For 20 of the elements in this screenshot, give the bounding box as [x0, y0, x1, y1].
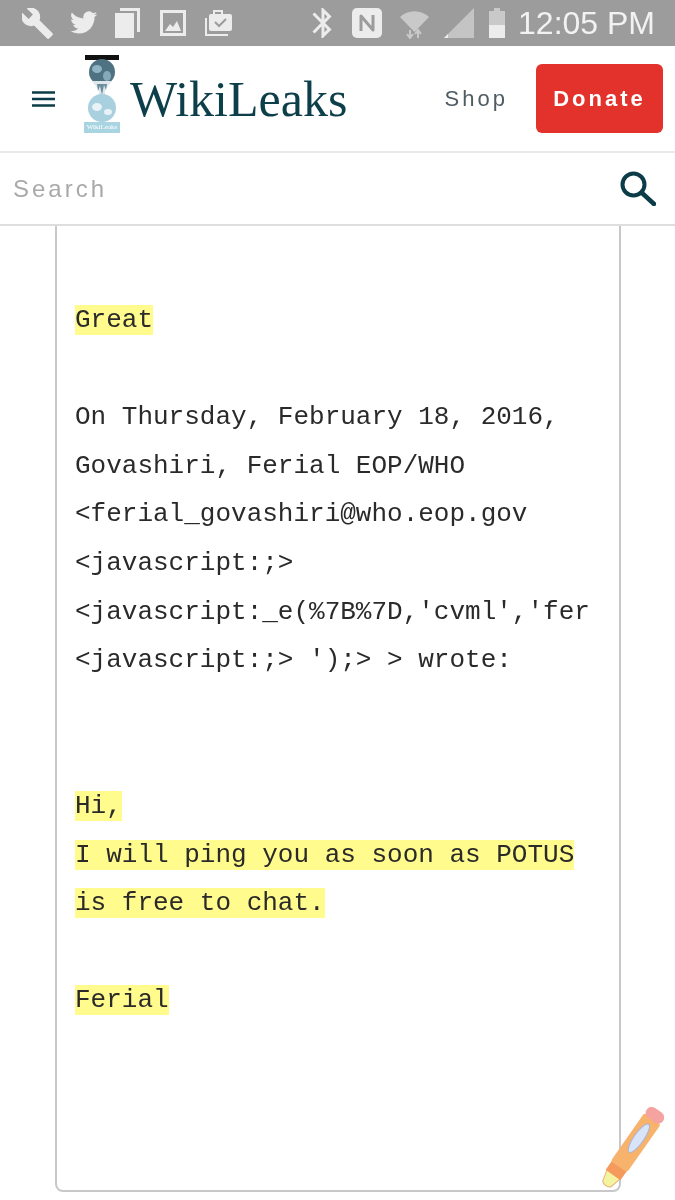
- shop-link[interactable]: Shop: [444, 82, 508, 115]
- bird-icon: [70, 11, 98, 35]
- email-text: Ferial: [75, 984, 169, 1018]
- clock-time: 12:05 PM: [518, 7, 655, 39]
- hourglass-logo-icon: [84, 55, 120, 122]
- email-text: On Thursday, February 18, 2016, Govashiri, Ferial EOP/WHO <ferial_govashiri@who.eop.gov <javascript:;> <javascript:_e(%7B%7D,'cvml','fer <javascript:;> ');> > wrote:: [75, 401, 590, 678]
- signal-icon: [444, 8, 475, 38]
- pages-icon: [115, 8, 140, 38]
- briefcase-check-icon: [205, 10, 232, 36]
- battery-icon: [489, 8, 506, 38]
- search-icon: [620, 171, 656, 206]
- nfc-icon: [352, 8, 383, 38]
- menu-icon: [32, 90, 55, 107]
- email-text: Great: [75, 304, 153, 337]
- donate-button[interactable]: Donate: [536, 64, 663, 133]
- bluetooth-icon: [312, 8, 333, 38]
- email-text: Hi, I will ping you as soon as POTUS is free to chat.: [75, 789, 575, 921]
- site-title-link[interactable]: WikiLeaks: [130, 73, 348, 124]
- image-icon: [160, 10, 186, 36]
- wrench-icon: [22, 7, 53, 39]
